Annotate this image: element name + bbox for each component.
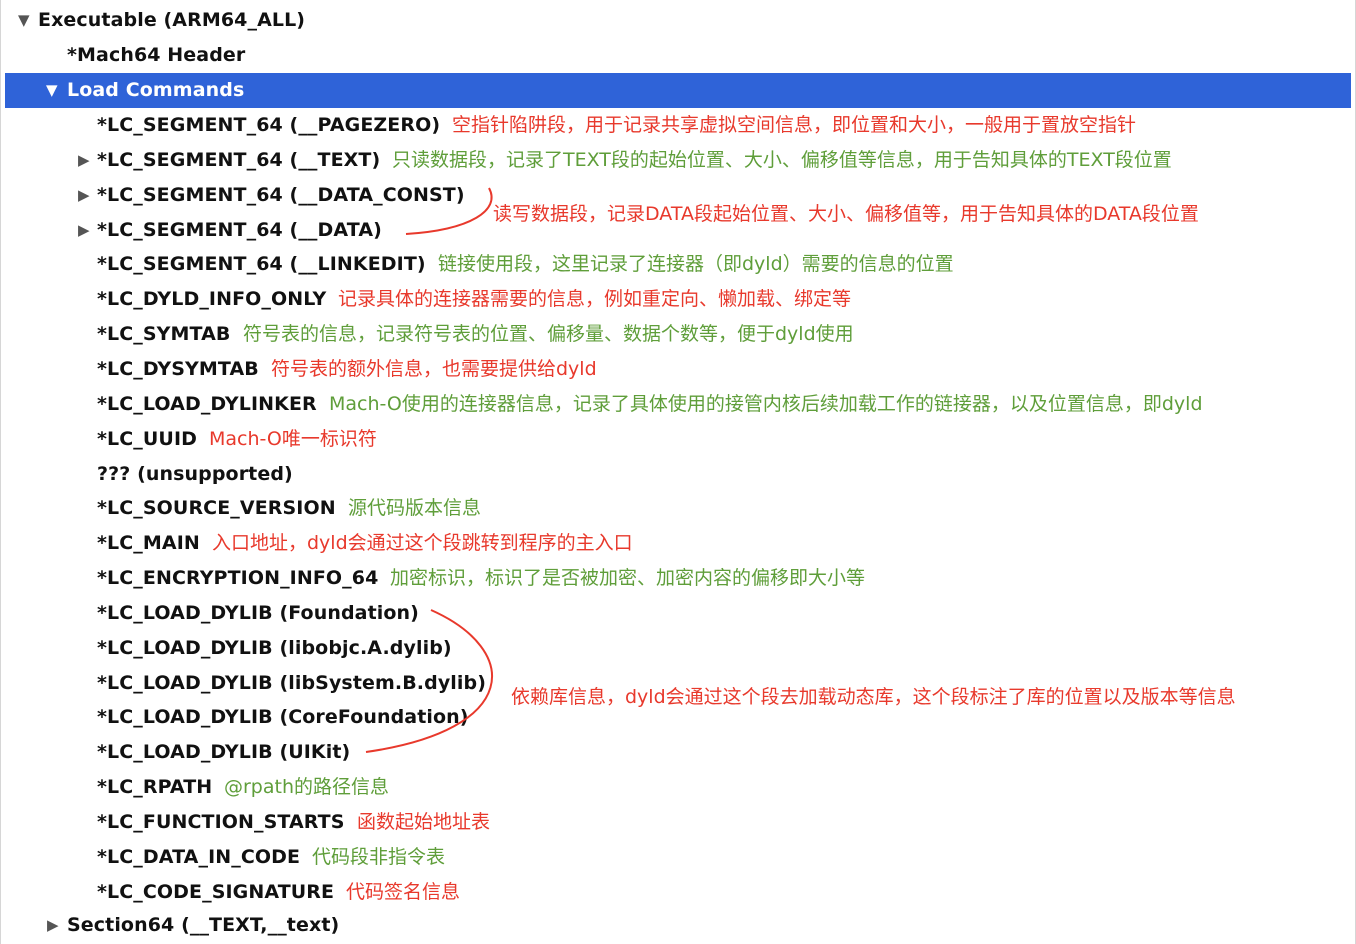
node-label: Section64 (__TEXT,__text) bbox=[67, 914, 340, 936]
load-command-annotation: 只读数据段，记录了TEXT段的起始位置、大小、偏移值等信息，用于告知具体的TEX… bbox=[392, 149, 1172, 171]
load-command-label: *LC_MAIN bbox=[97, 532, 200, 554]
load-command-row[interactable]: *LC_SEGMENT_64 (__PAGEZERO) 空指针陷阱段，用于记录共享… bbox=[2, 108, 1354, 143]
load-command-label: *LC_LOAD_DYLIB (UIKit) bbox=[97, 741, 351, 763]
load-command-row[interactable]: *LC_UUID Mach-O唯一标识符 bbox=[2, 422, 1354, 457]
load-command-row[interactable]: ▶ *LC_SEGMENT_64 (__TEXT) 只读数据段，记录了TEXT段的起… bbox=[2, 143, 1354, 178]
load-command-label: *LC_CODE_SIGNATURE bbox=[97, 881, 335, 903]
load-command-label: *LC_RPATH bbox=[97, 776, 213, 798]
disclosure-expanded-icon[interactable]: ▼ bbox=[18, 3, 30, 38]
node-label: *Mach64 Header bbox=[67, 44, 246, 66]
load-command-row[interactable]: *LC_SEGMENT_64 (__LINKEDIT) 链接使用段，这里记录了连接… bbox=[2, 247, 1354, 282]
tree-row-executable[interactable]: ▼ Executable (ARM64_ALL) bbox=[2, 3, 1354, 38]
load-command-annotation: 空指针陷阱段，用于记录共享虚拟空间信息，即位置和大小，一般用于置放空指针 bbox=[452, 114, 1137, 136]
load-command-annotation: 代码段非指令表 bbox=[312, 846, 446, 868]
load-command-annotation: Mach-O唯一标识符 bbox=[209, 428, 377, 450]
load-command-label: *LC_SEGMENT_64 (__DATA) bbox=[97, 219, 382, 241]
load-command-row[interactable]: ??? (unsupported) bbox=[2, 457, 1354, 492]
annotation-dylibs: 依赖库信息，dyld会通过这个段去加载动态库，这个段标注了库的位置以及版本等信息 bbox=[511, 686, 1236, 708]
load-command-label: *LC_SEGMENT_64 (__TEXT) bbox=[97, 149, 381, 171]
load-command-row[interactable]: *LC_LOAD_DYLIB (Foundation) bbox=[2, 596, 1354, 631]
load-command-annotation: 函数起始地址表 bbox=[357, 811, 491, 833]
load-command-annotation: 符号表的额外信息，也需要提供给dyld bbox=[271, 358, 597, 380]
disclosure-collapsed-icon[interactable]: ▶ bbox=[47, 908, 59, 943]
load-command-label: *LC_UUID bbox=[97, 428, 197, 450]
load-command-label: *LC_SEGMENT_64 (__LINKEDIT) bbox=[97, 253, 426, 275]
load-command-row[interactable]: *LC_DATA_IN_CODE 代码段非指令表 bbox=[2, 840, 1354, 875]
load-command-annotation: 入口地址，dyld会通过这个段跳转到程序的主入口 bbox=[212, 532, 633, 554]
load-command-label: *LC_DYSYMTAB bbox=[97, 358, 259, 380]
load-command-row[interactable]: *LC_RPATH @rpath的路径信息 bbox=[2, 770, 1354, 805]
load-command-row[interactable]: *LC_MAIN 入口地址，dyld会通过这个段跳转到程序的主入口 bbox=[2, 526, 1354, 561]
load-command-annotation: Mach-O使用的连接器信息，记录了具体使用的接管内核后续加载工作的链接器，以及… bbox=[329, 393, 1203, 415]
load-command-label: *LC_ENCRYPTION_INFO_64 bbox=[97, 567, 379, 589]
load-command-annotation: 代码签名信息 bbox=[346, 881, 461, 903]
load-command-label: *LC_DATA_IN_CODE bbox=[97, 846, 301, 868]
load-command-row[interactable]: *LC_FUNCTION_STARTS 函数起始地址表 bbox=[2, 805, 1354, 840]
load-command-row[interactable]: *LC_SYMTAB 符号表的信息，记录符号表的位置、偏移量、数据个数等，便于dy… bbox=[2, 317, 1354, 352]
node-label: Executable (ARM64_ALL) bbox=[38, 9, 306, 31]
load-command-annotation: 符号表的信息，记录符号表的位置、偏移量、数据个数等，便于dyld使用 bbox=[243, 323, 854, 345]
load-command-row[interactable]: *LC_SOURCE_VERSION 源代码版本信息 bbox=[2, 491, 1354, 526]
load-command-annotation: 源代码版本信息 bbox=[348, 497, 482, 519]
load-command-label: *LC_LOAD_DYLIB (CoreFoundation) bbox=[97, 706, 469, 728]
node-label: Load Commands bbox=[67, 79, 245, 101]
load-command-row[interactable]: *LC_CODE_SIGNATURE 代码签名信息 bbox=[2, 875, 1354, 910]
load-command-label: *LC_LOAD_DYLIB (Foundation) bbox=[97, 602, 419, 624]
outline-view: ▼ Executable (ARM64_ALL) *Mach64 Header … bbox=[0, 0, 1356, 944]
load-command-label: *LC_FUNCTION_STARTS bbox=[97, 811, 345, 833]
disclosure-collapsed-icon[interactable]: ▶ bbox=[78, 178, 90, 213]
annotation-data-segments: 读写数据段，记录DATA段起始位置、大小、偏移值等，用于告知具体的DATA段位置 bbox=[493, 203, 1199, 225]
load-command-row[interactable]: *LC_LOAD_DYLIB (libobjc.A.dylib) bbox=[2, 631, 1354, 666]
load-command-row[interactable]: *LC_LOAD_DYLINKER Mach-O使用的连接器信息，记录了具体使用的… bbox=[2, 387, 1354, 422]
load-command-annotation: @rpath的路径信息 bbox=[224, 776, 390, 798]
load-command-row[interactable]: *LC_ENCRYPTION_INFO_64 加密标识，标识了是否被加密、加密内容… bbox=[2, 561, 1354, 596]
load-command-label: *LC_SEGMENT_64 (__PAGEZERO) bbox=[97, 114, 441, 136]
load-command-label: *LC_SYMTAB bbox=[97, 323, 231, 345]
load-command-annotation: 记录具体的连接器需要的信息，例如重定向、懒加载、绑定等 bbox=[338, 288, 852, 310]
load-command-row[interactable]: *LC_DYSYMTAB 符号表的额外信息，也需要提供给dyld bbox=[2, 352, 1354, 387]
load-command-label: *LC_LOAD_DYLIB (libSystem.B.dylib) bbox=[97, 672, 487, 694]
load-command-row[interactable]: *LC_DYLD_INFO_ONLY 记录具体的连接器需要的信息，例如重定向、懒加… bbox=[2, 282, 1354, 317]
load-command-label: *LC_SEGMENT_64 (__DATA_CONST) bbox=[97, 184, 465, 206]
tree-row-load-commands[interactable]: ▼ Load Commands bbox=[5, 73, 1351, 108]
load-command-label: *LC_DYLD_INFO_ONLY bbox=[97, 288, 327, 310]
disclosure-expanded-icon[interactable]: ▼ bbox=[46, 73, 58, 108]
tree-row-mach-header[interactable]: *Mach64 Header bbox=[2, 38, 1354, 73]
load-command-label: *LC_SOURCE_VERSION bbox=[97, 497, 336, 519]
load-command-row[interactable]: *LC_LOAD_DYLIB (UIKit) bbox=[2, 735, 1354, 770]
load-command-annotation: 加密标识，标识了是否被加密、加密内容的偏移即大小等 bbox=[390, 567, 866, 589]
load-command-label: ??? (unsupported) bbox=[97, 463, 293, 485]
disclosure-collapsed-icon[interactable]: ▶ bbox=[78, 143, 90, 178]
load-command-label: *LC_LOAD_DYLINKER bbox=[97, 393, 317, 415]
disclosure-collapsed-icon[interactable]: ▶ bbox=[78, 213, 90, 248]
tree-row-section64[interactable]: ▶ Section64 (__TEXT,__text) bbox=[2, 908, 1354, 943]
load-command-label: *LC_LOAD_DYLIB (libobjc.A.dylib) bbox=[97, 637, 452, 659]
load-command-annotation: 链接使用段，这里记录了连接器（即dyld）需要的信息的位置 bbox=[438, 253, 954, 275]
